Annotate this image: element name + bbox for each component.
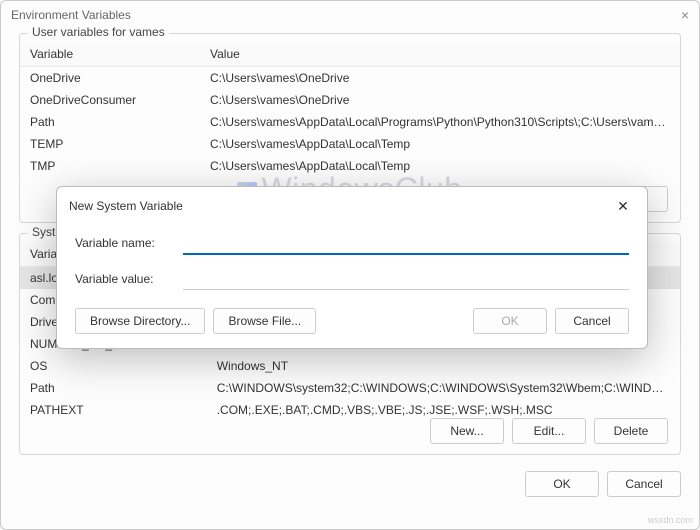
table-row[interactable]: PathC:\Users\vames\AppData\Local\Program… bbox=[20, 111, 680, 133]
main-button-row: OK Cancel bbox=[1, 465, 699, 507]
cell-value: Windows_NT bbox=[207, 355, 680, 377]
modal-cancel-button[interactable]: Cancel bbox=[555, 308, 629, 334]
cell-value: C:\Users\vames\OneDrive bbox=[200, 89, 680, 111]
variable-value-row: Variable value: bbox=[57, 261, 647, 296]
cell-value: C:\WINDOWS\system32;C:\WINDOWS;C:\WINDOW… bbox=[207, 377, 680, 399]
browse-file-button[interactable]: Browse File... bbox=[213, 308, 316, 334]
system-edit-button[interactable]: Edit... bbox=[512, 418, 586, 444]
cell-value: C:\Users\vames\AppData\Local\Temp bbox=[200, 133, 680, 155]
window-title: Environment Variables bbox=[11, 8, 131, 22]
close-icon[interactable]: ✕ bbox=[609, 194, 637, 218]
main-ok-button[interactable]: OK bbox=[525, 471, 599, 497]
col-header-variable[interactable]: Variable bbox=[20, 42, 200, 67]
table-row[interactable]: PathC:\WINDOWS\system32;C:\WINDOWS;C:\WI… bbox=[20, 377, 680, 399]
system-delete-button[interactable]: Delete bbox=[594, 418, 668, 444]
table-row[interactable]: OneDriveConsumerC:\Users\vames\OneDrive bbox=[20, 89, 680, 111]
variable-name-row: Variable name: bbox=[57, 225, 647, 261]
modal-title: New System Variable bbox=[69, 199, 183, 213]
cell-variable: OneDriveConsumer bbox=[20, 89, 200, 111]
table-row[interactable]: TEMPC:\Users\vames\AppData\Local\Temp bbox=[20, 133, 680, 155]
cell-variable: PATHEXT bbox=[20, 399, 207, 421]
modal-ok-button[interactable]: OK bbox=[473, 308, 547, 334]
table-row[interactable]: TMPC:\Users\vames\AppData\Local\Temp bbox=[20, 155, 680, 177]
main-cancel-button[interactable]: Cancel bbox=[607, 471, 681, 497]
col-header-value[interactable]: Value bbox=[200, 42, 680, 67]
cell-variable: OneDrive bbox=[20, 67, 200, 90]
cell-variable: OS bbox=[20, 355, 207, 377]
modal-button-row: Browse Directory... Browse File... OK Ca… bbox=[57, 296, 647, 348]
variable-value-label: Variable value: bbox=[75, 272, 173, 286]
table-row[interactable]: OneDriveC:\Users\vames\OneDrive bbox=[20, 67, 680, 90]
close-icon[interactable]: × bbox=[681, 7, 689, 23]
cell-variable: Path bbox=[20, 111, 200, 133]
table-row[interactable]: OSWindows_NT bbox=[20, 355, 680, 377]
modal-title-bar: New System Variable ✕ bbox=[57, 187, 647, 225]
cell-variable: TEMP bbox=[20, 133, 200, 155]
variable-name-label: Variable name: bbox=[75, 236, 173, 250]
cell-value: C:\Users\vames\AppData\Local\Programs\Py… bbox=[200, 111, 680, 133]
credit-text: wsxdn.com bbox=[648, 515, 693, 525]
system-new-button[interactable]: New... bbox=[430, 418, 504, 444]
user-vars-label: User variables for vames bbox=[28, 25, 169, 39]
new-system-variable-dialog: New System Variable ✕ Variable name: Var… bbox=[56, 186, 648, 349]
cell-variable: Path bbox=[20, 377, 207, 399]
cell-value: C:\Users\vames\OneDrive bbox=[200, 67, 680, 90]
browse-directory-button[interactable]: Browse Directory... bbox=[75, 308, 205, 334]
cell-variable: TMP bbox=[20, 155, 200, 177]
user-vars-table: Variable Value OneDriveC:\Users\vames\On… bbox=[20, 42, 680, 177]
variable-value-input[interactable] bbox=[183, 267, 629, 290]
cell-value: C:\Users\vames\AppData\Local\Temp bbox=[200, 155, 680, 177]
variable-name-input[interactable] bbox=[183, 231, 629, 255]
